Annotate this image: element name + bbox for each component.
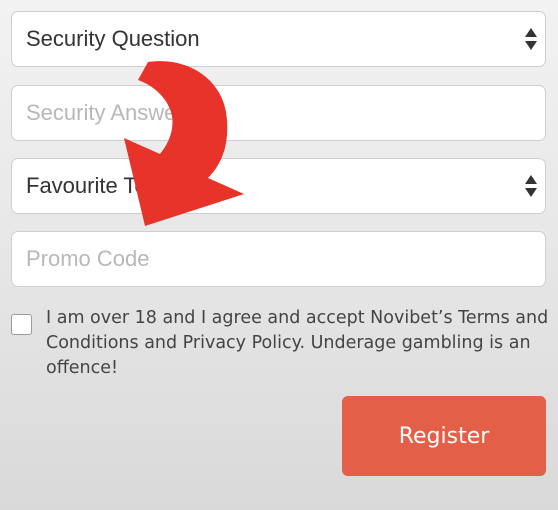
security-question-select[interactable]: Security Question: [11, 11, 546, 67]
security-answer-placeholder: Security Answer: [26, 100, 184, 125]
up-down-caret-icon: [525, 28, 537, 50]
favourite-team-select[interactable]: Favourite Team: [11, 158, 546, 214]
terms-checkbox[interactable]: [11, 314, 32, 335]
up-down-caret-icon: [525, 175, 537, 197]
promo-code-input[interactable]: Promo Code: [11, 231, 546, 287]
register-button[interactable]: Register: [342, 396, 546, 476]
favourite-team-value: Favourite Team: [26, 173, 178, 198]
security-question-value: Security Question: [26, 26, 200, 51]
promo-code-placeholder: Promo Code: [26, 246, 150, 271]
terms-text: I am over 18 and I agree and accept Novi…: [46, 308, 549, 378]
security-answer-input[interactable]: Security Answer: [11, 85, 546, 141]
